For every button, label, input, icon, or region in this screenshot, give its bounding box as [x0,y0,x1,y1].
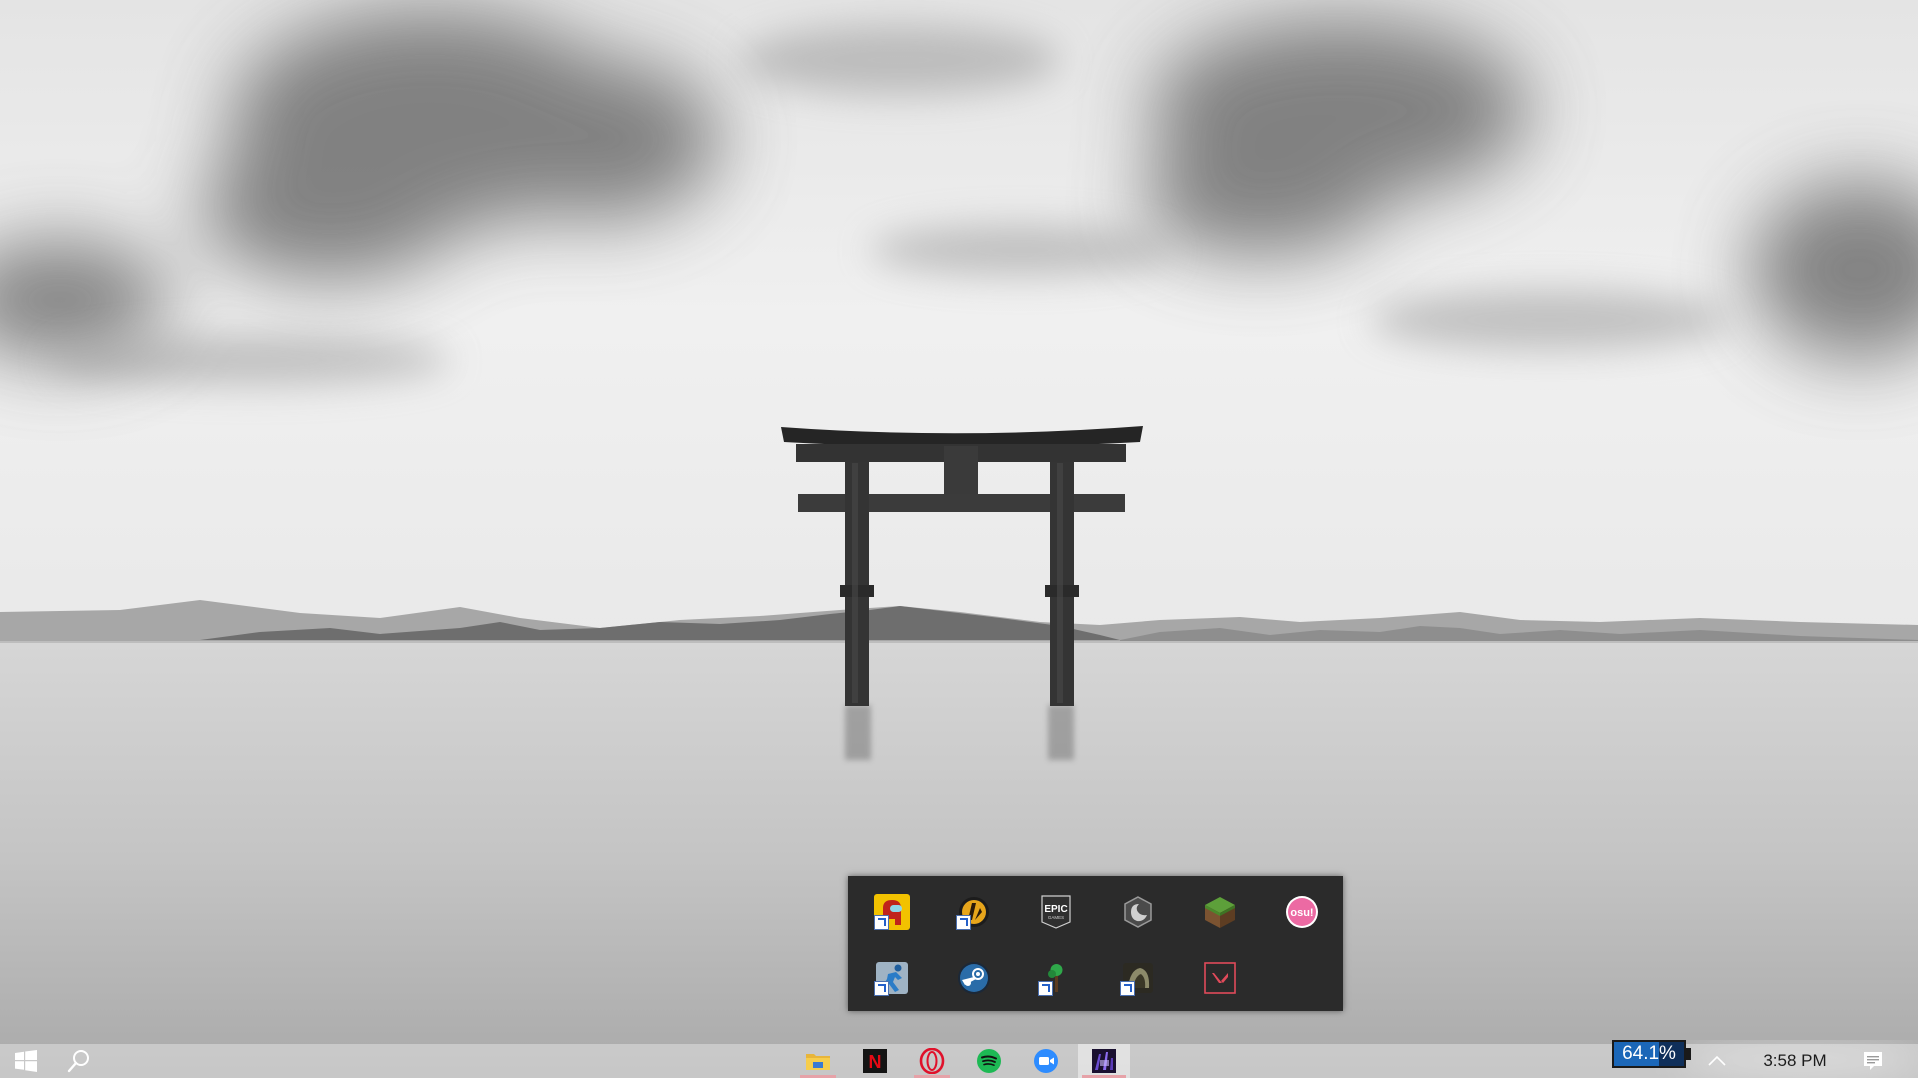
search-button[interactable] [58,1044,100,1078]
taskbar-netflix[interactable]: N [853,1044,897,1078]
epic-games-launcher[interactable]: EPIC GAMES [1036,892,1076,932]
among-us-shortcut[interactable] [872,892,912,932]
shortcut-arrow-icon [874,915,889,930]
start-button[interactable] [6,1044,46,1078]
osu-icon: osu! [1286,896,1318,928]
minecraft-icon [1205,897,1235,928]
taskbar-clock[interactable]: 3:58 PM [1752,1044,1838,1078]
search-icon [67,1050,89,1073]
svg-text:osu!: osu! [1290,907,1313,919]
opera-icon [919,1048,945,1074]
taskbar-file-explorer[interactable] [796,1044,840,1078]
netflix-icon: N [863,1049,887,1073]
steam-icon [958,962,990,994]
app-10-shortcut[interactable] [1118,958,1158,998]
valorant-icon [1204,962,1236,994]
zoom-icon [1034,1049,1058,1073]
valorant-launcher[interactable] [1200,958,1240,998]
epic-games-icon: EPIC GAMES [1041,895,1071,929]
shortcut-arrow-icon [956,915,971,930]
minecraft-launcher[interactable] [1200,892,1240,932]
chevron-up-icon [1708,1055,1726,1066]
show-hidden-icons-button[interactable] [1707,1044,1727,1078]
shortcut-arrow-icon [1120,981,1135,996]
svg-text:N: N [869,1052,882,1072]
battery-percentage: 64.1% [1622,1043,1676,1064]
svg-text:GAMES: GAMES [1048,915,1064,920]
taskbar-spotify[interactable] [967,1044,1011,1078]
app-9-shortcut[interactable] [1036,958,1076,998]
taskbar-folder-popup: EPIC GAMES osu! [848,876,1343,1011]
osu-launcher[interactable]: osu! [1282,892,1322,932]
taskbar-games-folder[interactable] [1078,1044,1130,1078]
svg-text:EPIC: EPIC [1044,904,1067,915]
spotify-icon [977,1049,1001,1073]
battery-indicator[interactable]: 64.1% [1612,1040,1686,1068]
taskbar-opera[interactable] [910,1044,954,1078]
windows-logo-icon [15,1050,37,1072]
battery-terminal [1686,1048,1691,1060]
action-center-button[interactable] [1856,1044,1890,1078]
taskbar-zoom[interactable] [1024,1044,1068,1078]
steam-launcher[interactable] [954,958,994,998]
action-center-icon [1864,1052,1882,1070]
app-2-shortcut[interactable] [954,892,994,932]
app-4-launcher[interactable] [1118,892,1158,932]
shortcut-arrow-icon [874,981,889,996]
folder-icon [806,1054,830,1070]
grey-badge-icon [1124,896,1152,928]
app-7-shortcut[interactable] [872,958,912,998]
popup-app-grid: EPIC GAMES osu! [870,890,1330,1000]
purple-folder-icon [1092,1049,1116,1073]
shortcut-arrow-icon [1038,981,1053,996]
